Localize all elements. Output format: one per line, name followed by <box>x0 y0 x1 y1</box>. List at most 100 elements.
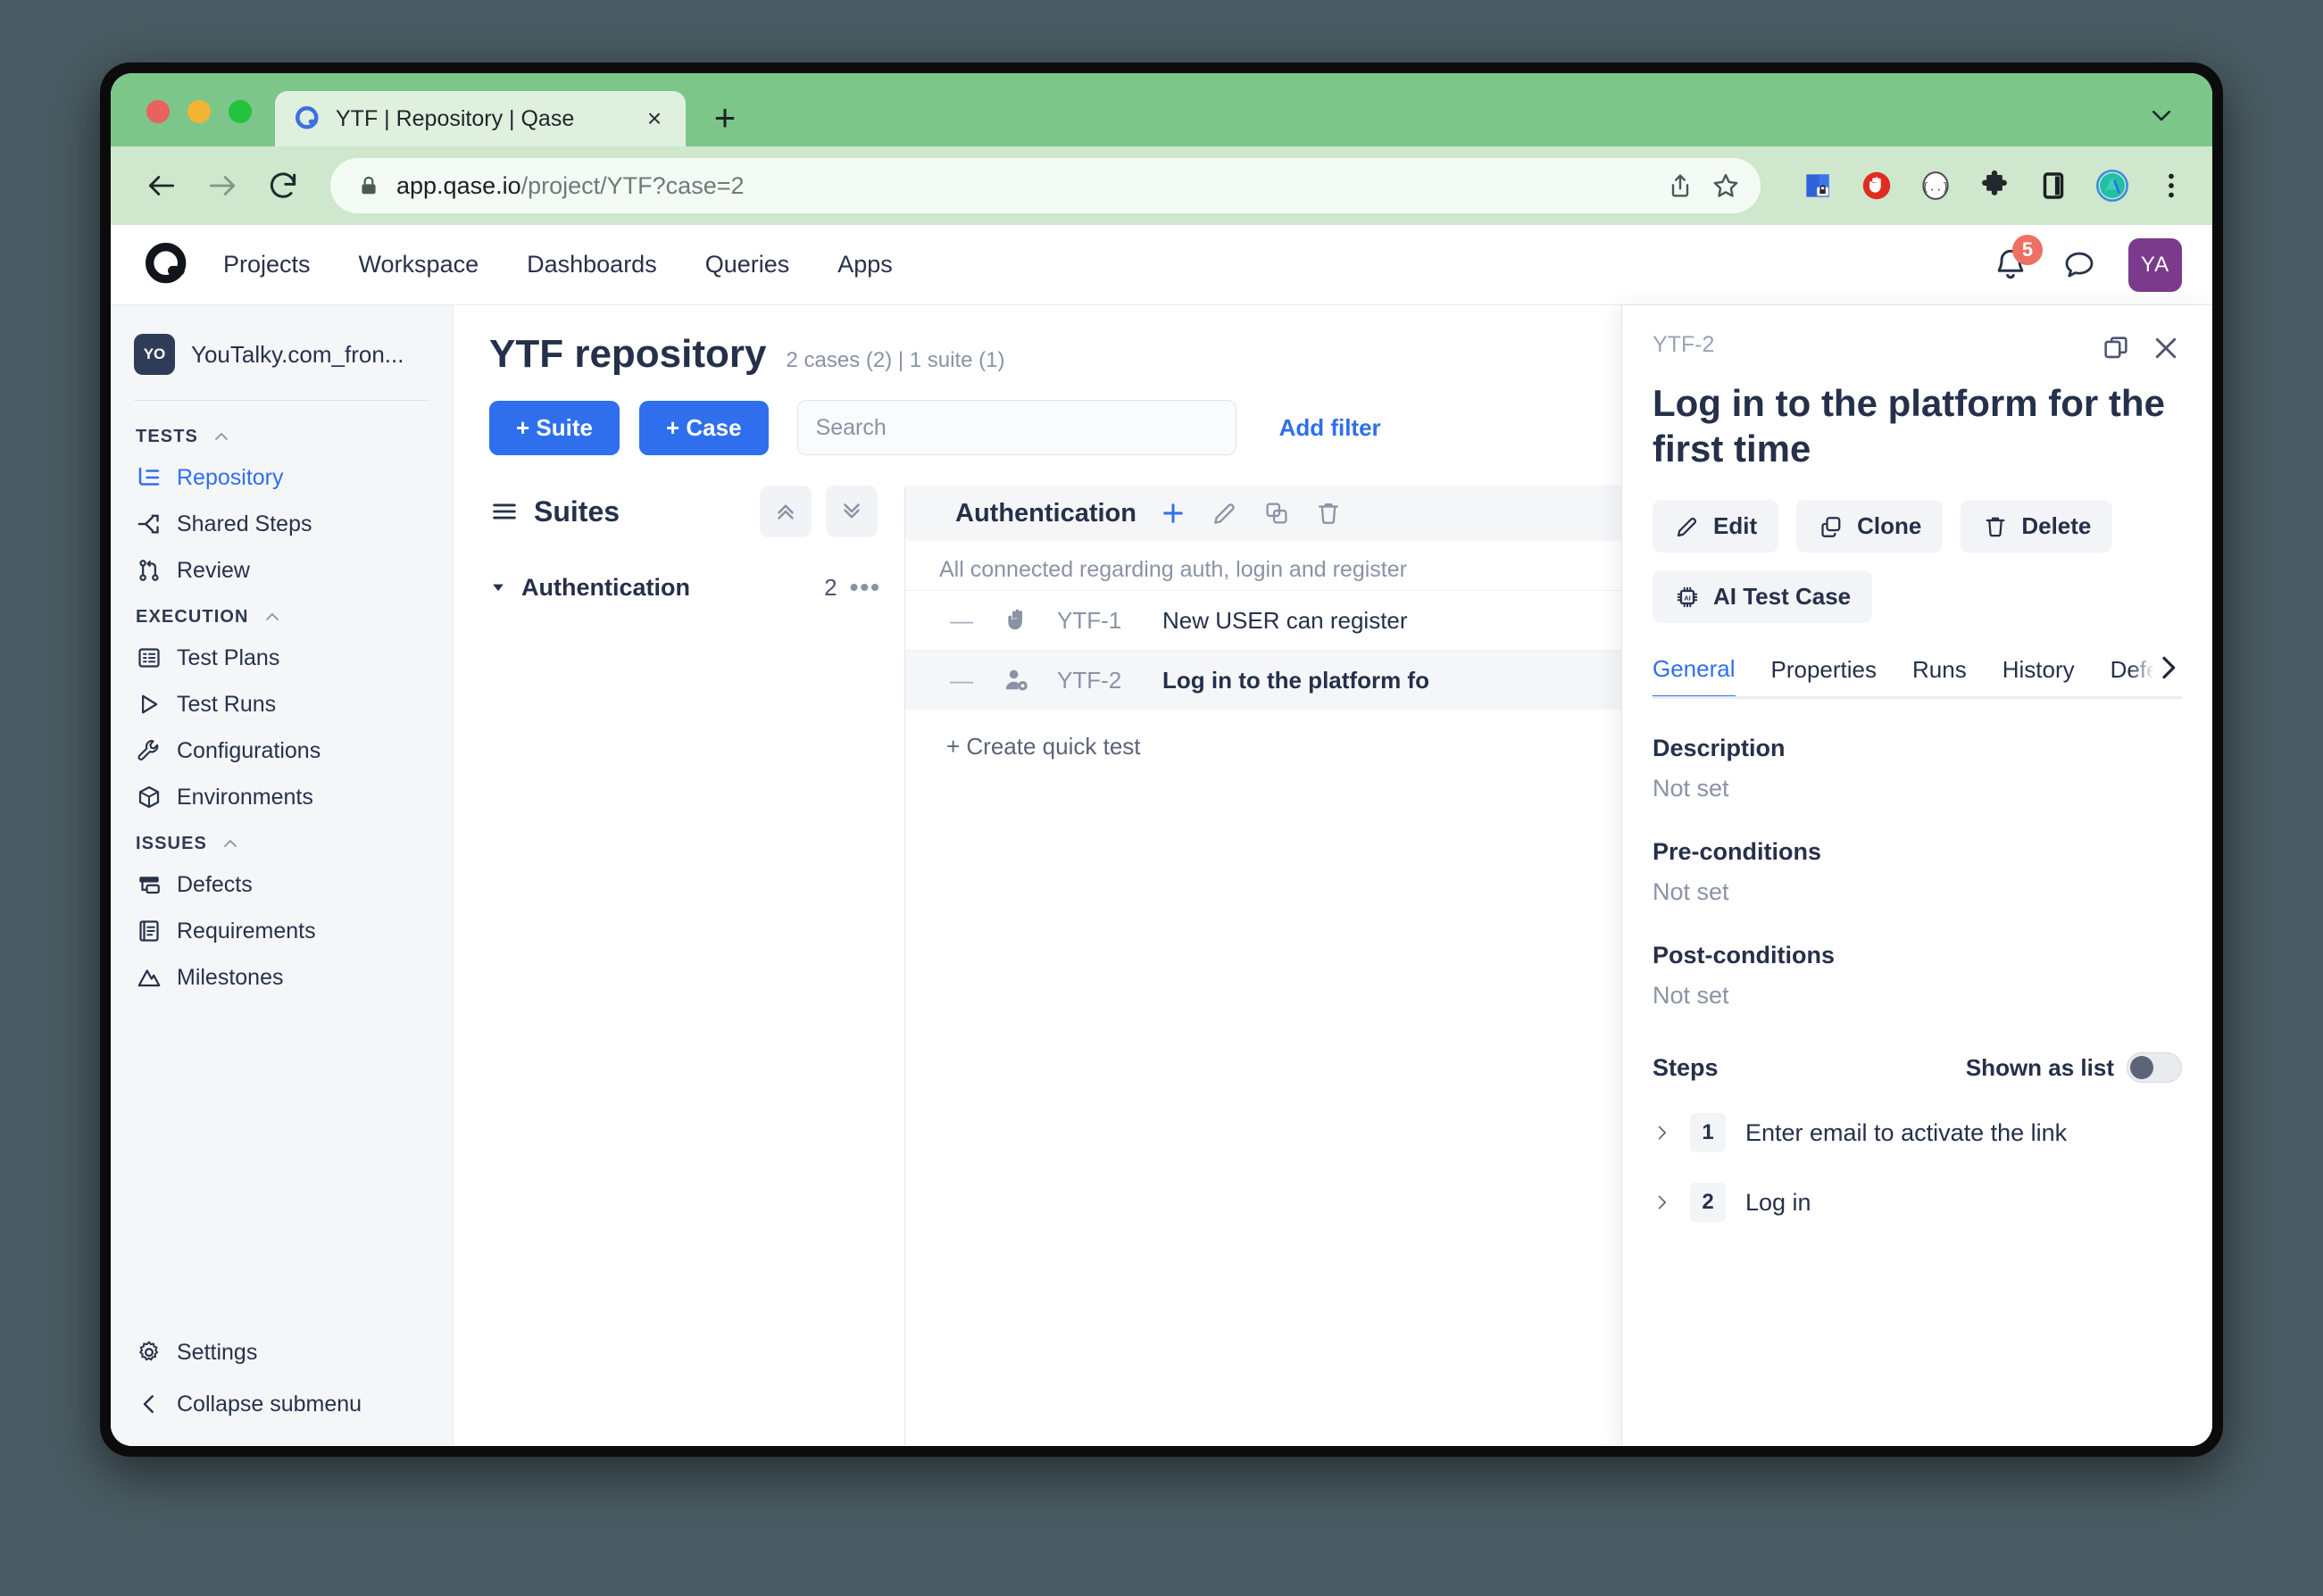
nav-dashboards[interactable]: Dashboards <box>527 251 657 278</box>
delete-button[interactable]: Delete <box>1961 500 2113 553</box>
sidebar-item-shared-steps[interactable]: Shared Steps <box>111 501 453 547</box>
chat-icon[interactable] <box>2061 246 2098 284</box>
nav-apps[interactable]: Apps <box>837 251 893 278</box>
test-plans-list-icon <box>136 644 162 671</box>
user-avatar[interactable]: YA <box>2128 237 2182 292</box>
back-icon[interactable] <box>134 158 189 213</box>
browser-extensions: {..} <box>1780 168 2189 204</box>
case-title: Log in to the platform fo <box>1162 666 1429 694</box>
user-settings-icon <box>1002 665 1057 695</box>
sidebar-item-defects[interactable]: Defects <box>111 861 453 908</box>
app-body: YO YouTalky.com_fron... TESTS Repository <box>111 305 2212 1446</box>
edit-pencil-icon <box>1674 513 1701 540</box>
forward-icon[interactable] <box>195 158 250 213</box>
chevron-down-icon[interactable] <box>2148 102 2175 129</box>
caret-down-icon[interactable] <box>489 578 509 596</box>
sidebar-item-requirements[interactable]: Requirements <box>111 908 453 954</box>
side-panel-icon[interactable] <box>2036 168 2071 204</box>
browser-tab-strip: YTF | Repository | Qase × + <box>111 73 2212 146</box>
chevron-right-icon[interactable] <box>1653 1124 1670 1142</box>
notifications-button[interactable]: 5 <box>1991 234 2043 285</box>
sidebar-item-settings[interactable]: Settings <box>111 1326 453 1378</box>
case-id: YTF-2 <box>1057 666 1122 694</box>
chevron-right-icon[interactable] <box>2130 655 2182 683</box>
tab-properties[interactable]: Properties <box>1771 656 1878 696</box>
window-traffic-lights <box>130 100 275 146</box>
tab-history[interactable]: History <box>2002 656 2075 696</box>
ai-test-case-button[interactable]: AI AI Test Case <box>1653 570 1873 624</box>
profile-avatar-icon[interactable] <box>2094 168 2130 204</box>
tab-runs[interactable]: Runs <box>1912 656 1967 696</box>
list-item[interactable]: 2 Log in <box>1653 1183 2182 1223</box>
expand-all-icon[interactable] <box>826 486 878 537</box>
nav-queries[interactable]: Queries <box>705 251 790 278</box>
sidebar-item-test-runs[interactable]: Test Runs <box>111 681 453 727</box>
json-viewer-icon[interactable]: {..} <box>1918 168 1953 204</box>
reload-icon[interactable] <box>255 158 311 213</box>
open-in-window-icon[interactable] <box>2100 332 2132 364</box>
sidebar-item-configurations[interactable]: Configurations <box>111 727 453 774</box>
sidebar-item-milestones[interactable]: Milestones <box>111 954 453 1001</box>
browser-toolbar: app.qase.io/project/YTF?case=2 {..} <box>111 146 2212 225</box>
sidebar-collapse-submenu[interactable]: Collapse submenu <box>111 1378 453 1430</box>
delete-trash-icon[interactable] <box>1313 498 1344 528</box>
sidebar-item-label: Environments <box>177 784 313 810</box>
list-item[interactable]: 1 Enter email to activate the link <box>1653 1113 2182 1153</box>
sidebar-group-tests[interactable]: TESTS <box>111 413 453 454</box>
ai-chip-icon: AI <box>1674 584 1701 611</box>
add-case-button[interactable]: + Case <box>638 400 769 455</box>
row-drag-handle[interactable]: — <box>950 607 1002 635</box>
row-drag-handle[interactable]: — <box>950 667 1002 694</box>
suite-menu-icon[interactable]: ••• <box>850 573 881 602</box>
sidebar-item-label: Test Runs <box>177 691 277 717</box>
shield-lock-icon[interactable] <box>1800 168 1836 204</box>
suites-title: Suites <box>534 495 620 528</box>
suite-tree-item[interactable]: Authentication 2 ••• <box>489 573 881 602</box>
main-navigation: Projects Workspace Dashboards Queries Ap… <box>223 251 893 278</box>
chevron-right-icon[interactable] <box>1653 1193 1670 1211</box>
maximize-window-button[interactable] <box>229 100 252 123</box>
sidebar-item-review[interactable]: Review <box>111 547 453 594</box>
browser-tab[interactable]: YTF | Repository | Qase × <box>275 91 686 146</box>
nav-workspace[interactable]: Workspace <box>359 251 479 278</box>
sidebar-group-issues[interactable]: ISSUES <box>111 820 453 861</box>
browser-tab-title: YTF | Repository | Qase <box>336 105 575 131</box>
sidebar-item-repository[interactable]: Repository <box>111 454 453 501</box>
search-input[interactable] <box>796 400 1236 455</box>
edit-button[interactable]: Edit <box>1653 500 1779 553</box>
close-window-button[interactable] <box>146 100 170 123</box>
case-group-title: Authentication <box>955 498 1137 528</box>
tab-general[interactable]: General <box>1653 655 1736 697</box>
sidebar-group-label: TESTS <box>136 426 198 446</box>
sidebar-item-test-plans[interactable]: Test Plans <box>111 635 453 681</box>
close-x-icon[interactable] <box>2150 332 2182 364</box>
qase-favicon-icon <box>295 105 321 132</box>
nav-projects[interactable]: Projects <box>223 251 311 278</box>
adblock-stop-hand-icon[interactable] <box>1859 168 1894 204</box>
sidebar-item-environments[interactable]: Environments <box>111 774 453 820</box>
minimize-window-button[interactable] <box>187 100 211 123</box>
qase-q-logo[interactable] <box>143 240 193 290</box>
share-icon[interactable] <box>1666 171 1694 200</box>
bookmark-star-icon[interactable] <box>1711 170 1741 201</box>
chrome-menu-icon[interactable] <box>2153 168 2189 204</box>
clone-button[interactable]: Clone <box>1796 500 1944 553</box>
field-value: Not set <box>1653 982 1729 1010</box>
sidebar-item-label: Collapse submenu <box>177 1391 362 1417</box>
sidebar-group-execution[interactable]: EXECUTION <box>111 594 453 635</box>
collapse-all-icon[interactable] <box>760 486 812 537</box>
steps-view-toggle[interactable] <box>2127 1052 2182 1084</box>
url-host: app.qase.io <box>396 171 521 199</box>
close-tab-icon[interactable]: × <box>639 104 670 134</box>
edit-pencil-icon[interactable] <box>1210 498 1240 528</box>
project-badge: YO <box>134 334 175 375</box>
new-tab-button[interactable]: + <box>700 93 750 143</box>
add-filter-link[interactable]: Add filter <box>1279 414 1381 442</box>
sidebar-item-label: Review <box>177 557 250 583</box>
address-bar[interactable]: app.qase.io/project/YTF?case=2 <box>330 158 1761 213</box>
project-selector[interactable]: YO YouTalky.com_fron... <box>111 328 453 380</box>
add-case-icon[interactable] <box>1158 498 1188 528</box>
puzzle-extensions-icon[interactable] <box>1977 168 2012 204</box>
add-suite-button[interactable]: + Suite <box>489 400 620 455</box>
clone-copy-icon[interactable] <box>1261 498 1292 528</box>
